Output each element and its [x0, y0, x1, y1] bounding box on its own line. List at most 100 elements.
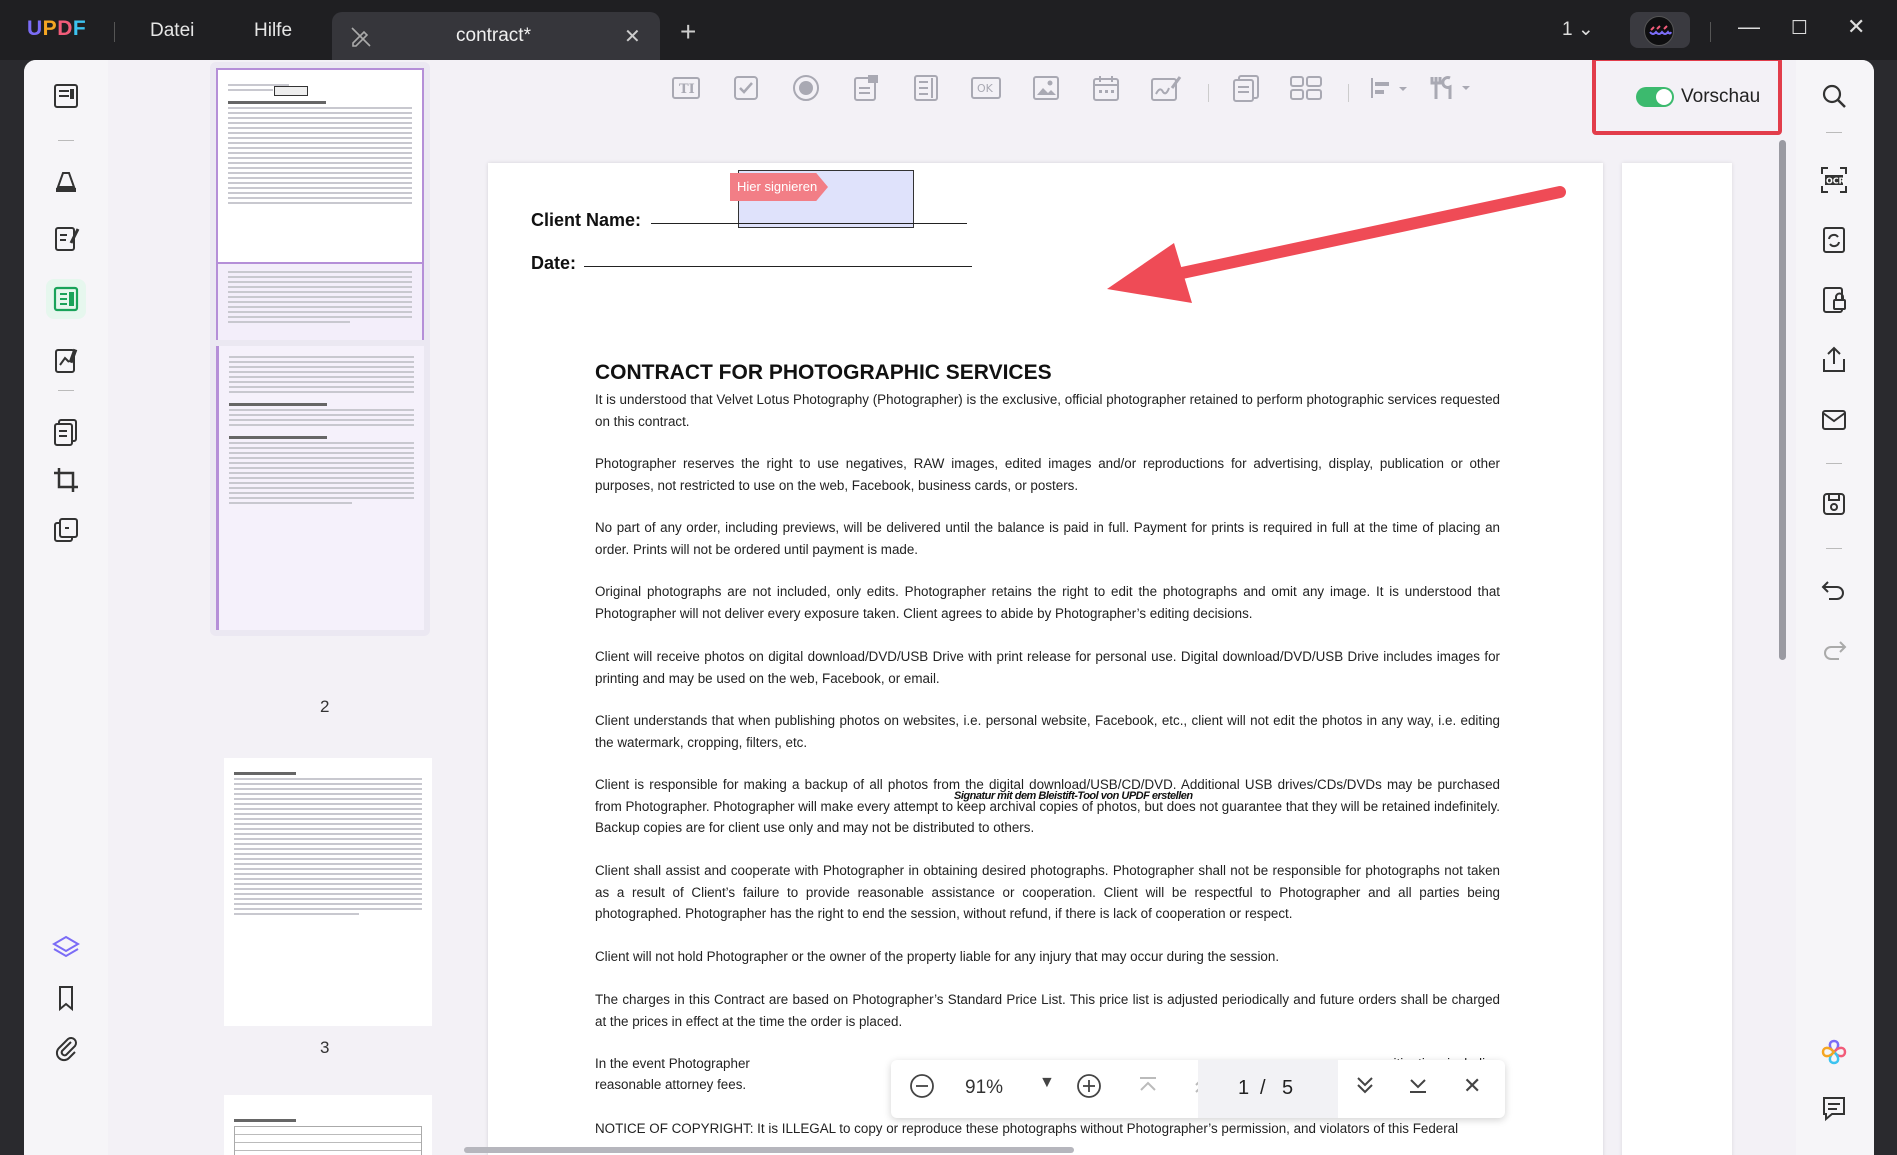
paragraph: Client will not hold Photographer or the… — [595, 949, 1280, 964]
multi-page-icon[interactable] — [1228, 70, 1264, 106]
organize-pages-icon[interactable] — [46, 412, 86, 452]
redo-icon[interactable] — [1814, 630, 1854, 670]
vertical-scrollbar[interactable] — [1779, 140, 1786, 660]
page-navigation-bar: 91% ▼ 1 / 5 ✕ — [891, 1060, 1505, 1118]
next-pdf-page — [1622, 163, 1732, 1155]
paragraph: Client will receive photos on digital do… — [595, 649, 1500, 686]
sign-here-tag[interactable]: Hier signieren — [730, 173, 828, 201]
menu-file[interactable]: Datei — [150, 20, 194, 42]
fill-sign-icon[interactable] — [46, 340, 86, 380]
date-label: Date: — [531, 253, 577, 273]
layers-icon[interactable] — [46, 928, 86, 968]
contract-title: CONTRACT FOR PHOTOGRAPHIC SERVICES — [595, 361, 1052, 384]
window-selector[interactable]: 1 ⌄ — [1562, 18, 1594, 41]
right-toolbar: OCR — [1796, 60, 1874, 1155]
thumbnail-page-4[interactable] — [224, 1095, 432, 1155]
first-page-icon[interactable] — [1136, 1073, 1160, 1103]
app-logo: UPDF — [27, 17, 87, 40]
close-window-icon[interactable]: ✕ — [1847, 14, 1865, 40]
document-viewer[interactable]: Hier signieren Client Name: Date: CONTRA… — [468, 158, 1788, 1155]
title-bar: UPDF Datei Hilfe contract* ✕ + 1 ⌄ — ☐ ✕ — [0, 0, 1897, 60]
chevron-down-icon: ⌄ — [1577, 19, 1594, 40]
client-name-line — [651, 223, 967, 224]
left-toolbar — [24, 60, 108, 1155]
page-indicator[interactable]: 1 / 5 — [1198, 1060, 1338, 1118]
zoom-level[interactable]: 91% — [965, 1077, 1003, 1099]
ocr-icon[interactable]: OCR — [1814, 160, 1854, 200]
thumbnail-page-2[interactable] — [210, 340, 430, 636]
paragraph: Client shall assist and cooperate with P… — [595, 863, 1500, 921]
convert-icon[interactable] — [1814, 220, 1854, 260]
comment-icon[interactable] — [46, 160, 86, 200]
grid-icon[interactable] — [1288, 70, 1324, 106]
text-field-icon[interactable]: TI — [668, 70, 704, 106]
undo-icon[interactable] — [1814, 570, 1854, 610]
pdf-page: Hier signieren Client Name: Date: CONTRA… — [488, 163, 1603, 1155]
divider — [1826, 132, 1842, 133]
radio-icon[interactable] — [788, 70, 824, 106]
search-icon[interactable] — [1814, 76, 1854, 116]
close-tab-icon[interactable]: ✕ — [624, 24, 641, 49]
thumbnail-page-3[interactable] — [224, 758, 432, 1026]
window-count: 1 — [1562, 19, 1573, 40]
tab-title: contract* — [456, 25, 531, 46]
horizontal-scrollbar[interactable] — [464, 1147, 1074, 1153]
list-box-icon[interactable] — [908, 70, 944, 106]
thumbnail-panel: 1 2 3 — [108, 60, 468, 1155]
minimize-icon[interactable]: — — [1738, 14, 1760, 40]
zoom-out-icon[interactable] — [909, 1073, 935, 1105]
close-navbar-icon[interactable]: ✕ — [1463, 1073, 1481, 1099]
page-tools-icon[interactable] — [46, 510, 86, 550]
ai-assistant-icon[interactable] — [1814, 1032, 1854, 1072]
paragraph: NOTICE OF COPYRIGHT: It is ILLEGAL to co… — [595, 1121, 1459, 1136]
share-icon[interactable] — [1814, 340, 1854, 380]
edit-pdf-icon[interactable] — [46, 218, 86, 258]
zoom-dropdown-icon[interactable]: ▼ — [1039, 1074, 1055, 1092]
svg-text:TI: TI — [679, 82, 695, 97]
button-icon[interactable]: OK — [968, 70, 1004, 106]
divider — [114, 22, 115, 42]
paragraph-partial: reasonable attorney fees. — [595, 1077, 747, 1092]
maximize-icon[interactable]: ☐ — [1791, 17, 1808, 40]
prepare-form-icon[interactable] — [46, 279, 86, 319]
signature-field-icon[interactable] — [1148, 70, 1184, 106]
paragraph-partial: In the event Photographer — [595, 1056, 750, 1071]
comments-panel-icon[interactable] — [1814, 1088, 1854, 1128]
protect-icon[interactable] — [1814, 280, 1854, 320]
divider — [1826, 463, 1842, 464]
divider — [1208, 84, 1209, 102]
paragraph: Original photographs are not included, o… — [595, 584, 1500, 621]
save-icon[interactable] — [1814, 484, 1854, 524]
preview-toggle-area[interactable]: Vorschau — [1592, 60, 1782, 135]
preview-toggle[interactable] — [1636, 87, 1674, 107]
divider — [1348, 84, 1349, 102]
divider — [1826, 548, 1842, 549]
reader-icon[interactable] — [46, 76, 86, 116]
paragraph: Client understands that when publishing … — [595, 713, 1500, 750]
dropdown-icon[interactable] — [848, 70, 884, 106]
bookmark-icon[interactable] — [46, 978, 86, 1018]
last-page-icon[interactable] — [1406, 1073, 1430, 1103]
align-icon[interactable] — [1368, 70, 1414, 106]
image-field-icon[interactable] — [1028, 70, 1064, 106]
document-tab[interactable]: contract* ✕ — [332, 12, 660, 60]
menu-help[interactable]: Hilfe — [254, 20, 292, 42]
attachment-icon[interactable] — [46, 1028, 86, 1068]
paragraph: It is understood that Velvet Lotus Photo… — [595, 392, 1500, 429]
zoom-in-icon[interactable] — [1076, 1073, 1102, 1105]
svg-text:OK: OK — [977, 82, 994, 95]
divider — [1710, 22, 1711, 42]
avatar[interactable] — [1630, 12, 1690, 48]
thumbnail-page-1[interactable] — [210, 62, 430, 364]
tools-icon[interactable] — [1428, 70, 1474, 106]
preview-label: Vorschau — [1681, 86, 1761, 107]
date-field-icon[interactable] — [1088, 70, 1124, 106]
main-frame: 1 2 3 TI OK — [24, 60, 1874, 1155]
checkbox-icon[interactable] — [728, 70, 764, 106]
email-icon[interactable] — [1814, 400, 1854, 440]
next-page-icon[interactable] — [1353, 1073, 1377, 1103]
crop-icon[interactable] — [46, 460, 86, 500]
edit-off-icon — [350, 26, 372, 53]
page-separator: / — [1260, 1077, 1266, 1099]
add-tab-icon[interactable]: + — [680, 16, 696, 48]
